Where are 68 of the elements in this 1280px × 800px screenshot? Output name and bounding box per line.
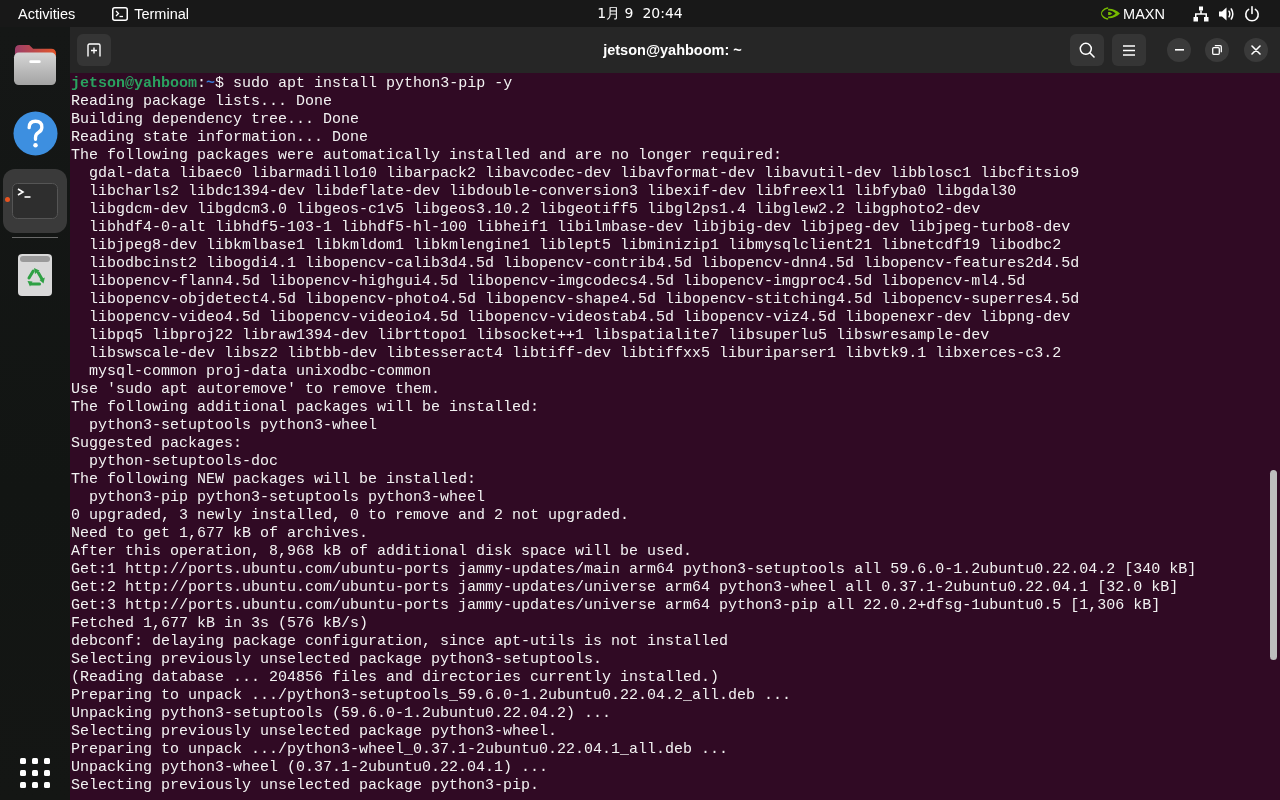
volume-icon[interactable] bbox=[1218, 5, 1235, 22]
terminal-line: Unpacking python3-wheel (0.37.1-2ubuntu0.22.04.1) ... bbox=[71, 759, 549, 777]
menu-button[interactable] bbox=[1112, 34, 1146, 66]
terminal-icon bbox=[112, 6, 129, 21]
terminal-line: The following NEW packages will be installed: bbox=[71, 471, 477, 489]
new-tab-button[interactable] bbox=[77, 34, 111, 66]
terminal-line: libopencv-objdetect4.5d libopencv-photo4.5d libopencv-shape4.5d libopencv-stitching4.5d libopencv-superres4.5d bbox=[88, 291, 1080, 309]
terminal-line: Need to get 1,677 kB of archives. bbox=[71, 525, 369, 543]
terminal-line: Fetched 1,677 kB in 3s (576 kB/s) bbox=[71, 615, 369, 633]
minimize-icon bbox=[1174, 49, 1184, 51]
new-tab-icon bbox=[87, 43, 101, 57]
terminal-line: Selecting previously unselected package python3-setuptools. bbox=[71, 651, 603, 669]
terminal-line: Selecting previously unselected package python3-pip. bbox=[71, 777, 540, 795]
search-icon bbox=[1079, 42, 1095, 58]
search-button[interactable] bbox=[1070, 34, 1104, 66]
terminal-line: debconf: delaying package configuration, since apt-utils is not installed bbox=[71, 633, 729, 651]
terminal-line: libjpeg8-dev libkmlbase1 libkmldom1 libkmlengine1 liblept5 libminizip1 libmysqlclient21 libnetcdf19 libodbc2 bbox=[88, 237, 1062, 255]
terminal-line: Suggested packages: bbox=[71, 435, 243, 453]
clock[interactable]: 1月 9 20:44 bbox=[597, 2, 683, 25]
terminal-line: (Reading database ... 204856 files and directories currently installed.) bbox=[71, 669, 720, 687]
terminal-line: The following packages were automatically installed and are no longer required: bbox=[71, 147, 783, 165]
terminal-line: python-setuptools-doc bbox=[88, 453, 279, 471]
eye-logo-icon bbox=[1101, 7, 1121, 20]
restore-button[interactable] bbox=[1205, 38, 1229, 62]
trash-icon bbox=[17, 251, 53, 297]
app-grid-icon[interactable] bbox=[20, 758, 50, 788]
help-icon bbox=[12, 110, 58, 156]
terminal-line: libgdcm-dev libgdcm3.0 libgeos-c1v5 libgeos3.10.2 libgeotiff5 libgl2ps1.4 libglew2.2 libgphoto2-dev bbox=[88, 201, 981, 219]
scrollbar[interactable] bbox=[1269, 470, 1277, 660]
activities-button[interactable]: Activities bbox=[18, 2, 76, 25]
terminal-line: Unpacking python3-setuptools (59.6.0-1.2ubuntu0.22.04.2) ... bbox=[71, 705, 612, 723]
terminal-line: libopencv-flann4.5d libopencv-highgui4.5d libopencv-imgcodecs4.5d libopencv-imgproc4.5d libopencv-ml4.5d bbox=[88, 273, 1026, 291]
terminal-line: Reading state information... Done bbox=[71, 129, 369, 147]
terminal-line: libcharls2 libdc1394-dev libdeflate-dev libdouble-conversion3 libexif-dev libfreexl1 libfyba0 libgdal30 bbox=[88, 183, 1017, 201]
terminal-line: The following additional packages will be installed: bbox=[71, 399, 540, 417]
terminal-line: libopencv-video4.5d libopencv-videoio4.5d libopencv-videostab4.5d libopencv-viz4.5d libopenexr-dev libpng-dev bbox=[88, 309, 1071, 327]
terminal-line: 0 upgraded, 3 newly installed, 0 to remove and 2 not upgraded. bbox=[71, 507, 630, 525]
terminal-line: gdal-data libaec0 libarmadillo10 libarpack2 libavcodec-dev libavformat-dev libavutil-dev libblosc1 libcfitsio9 bbox=[88, 165, 1080, 183]
terminal-line: Reading package lists... Done bbox=[71, 93, 333, 111]
folder-icon bbox=[12, 44, 58, 86]
terminal-line: python3-pip python3-setuptools python3-wheel bbox=[88, 489, 486, 507]
terminal-line: jetson@yahboom:~$ sudo apt install python3-pip -y bbox=[71, 75, 513, 93]
terminal-line: Get:1 http://ports.ubuntu.com/ubuntu-ports jammy-updates/main arm64 python3-setuptools all 59.6.0-1.2ubuntu0.22.04.2 [340 kB] bbox=[71, 561, 1197, 579]
terminal-line: Building dependency tree... Done bbox=[71, 111, 360, 129]
terminal-line: Preparing to unpack .../python3-wheel_0.37.1-2ubuntu0.22.04.1_all.deb ... bbox=[71, 741, 729, 759]
terminal-line: libpq5 libproj22 libraw1394-dev librttopo1 libsocket++1 libspatialite7 libsuperlu5 libswresample-dev bbox=[88, 327, 990, 345]
app-menu[interactable]: Terminal bbox=[112, 2, 189, 25]
minimize-button[interactable] bbox=[1167, 38, 1191, 62]
power-mode-menu[interactable]: MAXN bbox=[1101, 2, 1165, 25]
terminal-line: Selecting previously unselected package python3-wheel. bbox=[71, 723, 558, 741]
power-icon[interactable] bbox=[1244, 5, 1260, 22]
terminal-line: Preparing to unpack .../python3-setuptools_59.6.0-1.2ubuntu0.22.04.2_all.deb ... bbox=[71, 687, 792, 705]
terminal-line: libswscale-dev libsz2 libtbb-dev libtesseract4 libtiff-dev libtiffxx5 liburiparser1 libvtk9.1 libxerces-c3.2 bbox=[88, 345, 1062, 363]
close-icon bbox=[1251, 45, 1261, 55]
terminal-line: libodbcinst2 libogdi4.1 libopencv-calib3d4.5d libopencv-contrib4.5d libopencv-dnn4.5d libopencv-features2d4.5d bbox=[88, 255, 1080, 273]
window-title: jetson@yahboom: ~ bbox=[603, 42, 742, 58]
terminal-icon bbox=[12, 183, 58, 219]
close-button[interactable] bbox=[1244, 38, 1268, 62]
terminal-line: Get:3 http://ports.ubuntu.com/ubuntu-ports jammy-updates/universe arm64 python3-pip all 22.0.2+dfsg-1ubuntu0.5 [1,306 kB] bbox=[71, 597, 1161, 615]
restore-icon bbox=[1212, 45, 1222, 55]
terminal-line: libhdf4-0-alt libhdf5-103-1 libhdf5-hl-100 libheif1 libilmbase-dev libjbig-dev libjpeg-dev libjpeg-turbo8-dev bbox=[88, 219, 1071, 237]
menu-icon bbox=[1123, 44, 1135, 56]
terminal-line: After this operation, 8,968 kB of additional disk space will be used. bbox=[71, 543, 693, 561]
terminal-line: python3-setuptools python3-wheel bbox=[88, 417, 378, 435]
terminal-line: mysql-common proj-data unixodbc-common bbox=[88, 363, 432, 381]
terminal-line: Get:2 http://ports.ubuntu.com/ubuntu-ports jammy-updates/universe arm64 python3-wheel all 0.37.1-2ubuntu0.22.04.1 [32.0 kB] bbox=[71, 579, 1179, 597]
network-icon[interactable] bbox=[1193, 5, 1209, 22]
terminal-line: Use 'sudo apt autoremove' to remove them. bbox=[71, 381, 441, 399]
